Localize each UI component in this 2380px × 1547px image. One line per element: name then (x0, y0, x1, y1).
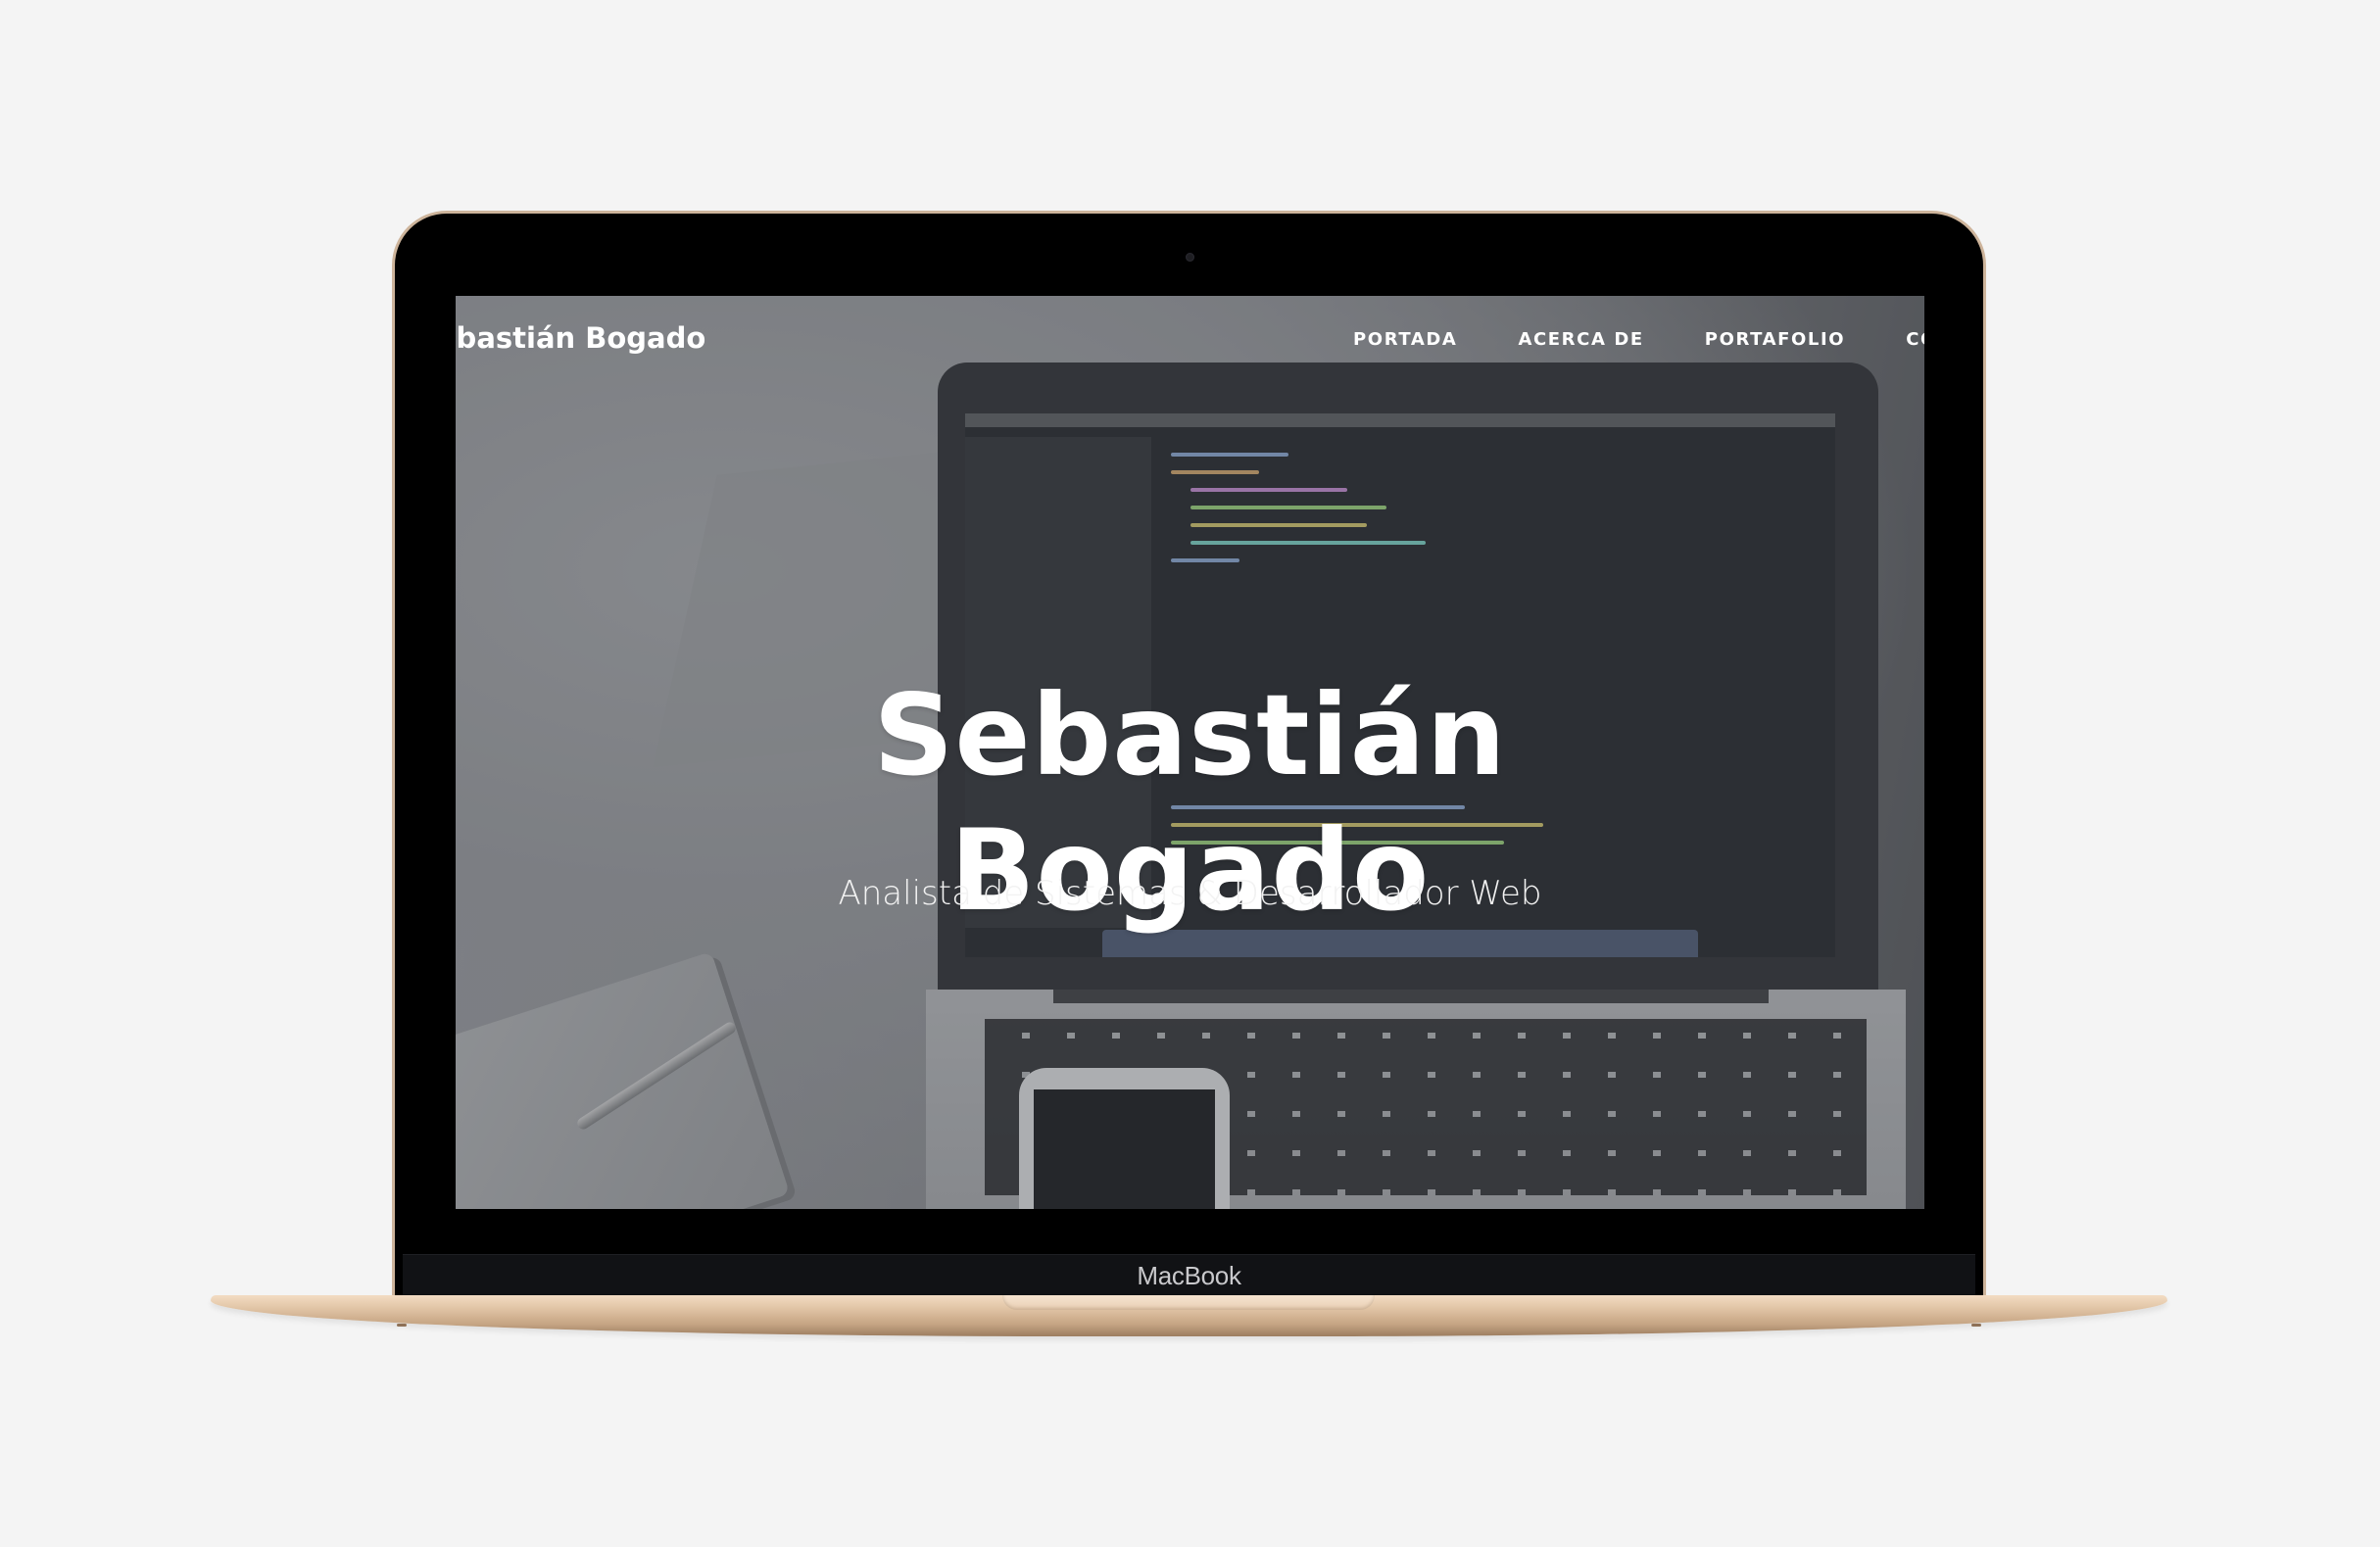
hero-title-line-2: Bogado (949, 805, 1431, 937)
hero-title-line-1: Sebastián (873, 670, 1507, 801)
mockup-stage: MacBook bastián Bogado PORTADA ACERCA DE… (0, 0, 2380, 1547)
site-nav: PORTADA ACERCA DE PORTAFOLIO CONTACTO (1353, 329, 1924, 350)
nav-link-contacto[interactable]: CONTACTO (1906, 329, 1924, 350)
base-foot-left (397, 1324, 407, 1327)
camera-icon (1186, 253, 1194, 262)
nav-link-portada[interactable]: PORTADA (1353, 329, 1457, 350)
nav-link-portafolio[interactable]: PORTAFOLIO (1705, 329, 1845, 350)
laptop-chin: MacBook (403, 1254, 1975, 1298)
hero-subtitle: Analista de Sistemas & Desarrollador Web (838, 874, 1542, 913)
website-screen: Sebastián Bogado PORTADA ACERCA DE PORTA… (456, 296, 1924, 1209)
nav-link-acerca-de[interactable]: ACERCA DE (1518, 329, 1643, 350)
device-brand-label: MacBook (1137, 1261, 1241, 1290)
site-logo-link[interactable]: Sebastián Bogado (456, 321, 705, 355)
laptop-base (211, 1295, 2167, 1336)
base-foot-right (1971, 1324, 1981, 1327)
lid-opening-notch (1002, 1295, 1375, 1310)
